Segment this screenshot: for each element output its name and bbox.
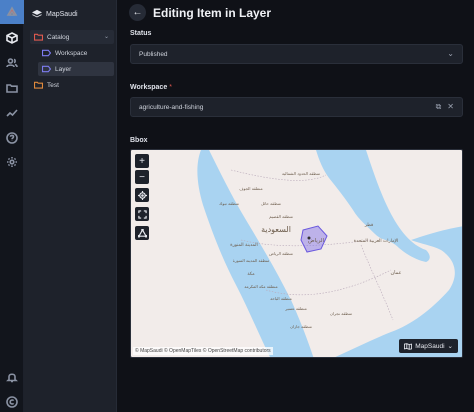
workspace-label-text: Workspace [130, 84, 168, 91]
map-canvas[interactable]: الرياض منطقة الرياض منطقة الجوف منطقة تب… [131, 150, 463, 358]
polygon-draw-icon [137, 228, 147, 238]
tag-icon [42, 65, 51, 73]
map-label: منطقة الحدود الشمالية [282, 171, 320, 176]
tree-item-catalog[interactable]: Catalog ⌄ [30, 30, 114, 44]
arrow-left-icon: ← [132, 7, 143, 18]
brand-name: MapSaudi [46, 10, 78, 18]
map-label: منطقة الباحة [270, 296, 291, 301]
chevron-down-icon[interactable]: ⌄ [104, 33, 109, 40]
tree-item-label: Workspace [55, 49, 88, 57]
workspace-label: Workspace * [130, 84, 172, 91]
map-label: منطقة حائل [261, 201, 281, 206]
map-label: الإمارات العربية المتحدة [354, 239, 399, 244]
chevron-down-icon: ⌄ [447, 343, 453, 350]
fullscreen-icon [137, 209, 147, 219]
folder-icon [34, 81, 43, 89]
basemap-label: MapSaudi [415, 342, 445, 350]
map-label: منطقة المدينة المنورة [233, 258, 270, 263]
locate-button[interactable] [135, 188, 149, 202]
page-title: Editing Item in Layer [153, 6, 272, 20]
map-label: منطقة تبوك [219, 201, 239, 206]
tree-item-test[interactable]: Test [30, 78, 114, 92]
tree-item-label: Catalog [47, 33, 70, 41]
brand[interactable]: MapSaudi [32, 8, 78, 20]
tree-item-workspace[interactable]: Workspace [38, 46, 114, 60]
status-value: Published [139, 50, 168, 58]
bbox-map[interactable]: الرياض منطقة الرياض منطقة الجوف منطقة تب… [130, 149, 463, 358]
back-button[interactable]: ← [129, 4, 146, 21]
minus-icon: − [139, 171, 145, 183]
brand-icon [32, 9, 42, 18]
crosshair-icon [137, 190, 147, 200]
tag-icon [42, 49, 51, 57]
required-mark: * [169, 84, 172, 91]
settings-icon[interactable] [5, 155, 19, 169]
map-label: منطقة عسير [284, 306, 306, 311]
open-external-icon[interactable]: ⧉ [436, 102, 442, 112]
tree-item-layer[interactable]: Layer [38, 62, 114, 76]
tree-item-label: Layer [55, 65, 72, 73]
zoom-out-button[interactable]: − [135, 170, 149, 184]
fullscreen-button[interactable] [135, 207, 149, 221]
workspace-value: agriculture-and-fishing [139, 103, 204, 111]
status-label-text: Status [130, 30, 152, 37]
users-icon[interactable] [5, 56, 19, 70]
map-label: عمان [390, 270, 401, 276]
map-label: منطقة الرياض [269, 251, 293, 256]
map-label: منطقة مكة المكرمة [244, 284, 277, 289]
map-attribution[interactable]: © MapSaudi © OpenMapTiles © OpenStreetMa… [133, 347, 273, 355]
bbox-label-text: Bbox [130, 137, 148, 144]
workspace-field[interactable]: agriculture-and-fishing ⧉ ✕ [130, 97, 463, 117]
catalog-cube-icon[interactable] [5, 31, 19, 45]
basemap-switcher[interactable]: MapSaudi ⌄ [399, 339, 458, 353]
draw-polygon-button[interactable] [135, 226, 149, 240]
catalog-tree-panel: MapSaudi Catalog ⌄ Workspace Layer Test [24, 0, 117, 412]
clear-icon[interactable]: ✕ [447, 102, 454, 112]
folder-icon [34, 33, 43, 41]
map-label: منطقة القصيم [269, 214, 293, 219]
bbox-label: Bbox [130, 137, 148, 144]
help-icon[interactable] [5, 131, 19, 145]
plus-icon: + [139, 155, 145, 167]
copyright-icon[interactable] [5, 395, 19, 409]
map-label: منطقة جازان [290, 324, 312, 329]
main-content: ← Editing Item in Layer Status Published… [117, 0, 474, 412]
app-logo[interactable] [0, 0, 24, 24]
logo-icon [6, 6, 18, 16]
zoom-in-button[interactable]: + [135, 154, 149, 168]
folder-icon[interactable] [5, 81, 19, 95]
map-label: قطر [364, 223, 373, 228]
map-label: الرياض [308, 238, 325, 244]
icon-rail [0, 0, 24, 412]
map-icon [404, 342, 413, 350]
map-label: مكة [247, 271, 255, 277]
chart-line-icon[interactable] [5, 106, 19, 120]
map-label: منطقة نجران [330, 311, 352, 316]
map-label: المدينة المنورة [230, 243, 257, 248]
tree-item-label: Test [47, 81, 59, 89]
app-root: MapSaudi Catalog ⌄ Workspace Layer Test … [0, 0, 474, 412]
bell-icon[interactable] [5, 370, 19, 384]
status-label: Status [130, 30, 151, 37]
status-select[interactable]: Published ⌄ [130, 44, 463, 64]
country-label: السعودية [261, 225, 291, 234]
map-label: منطقة الجوف [239, 186, 262, 191]
chevron-down-icon: ⌄ [447, 49, 454, 58]
